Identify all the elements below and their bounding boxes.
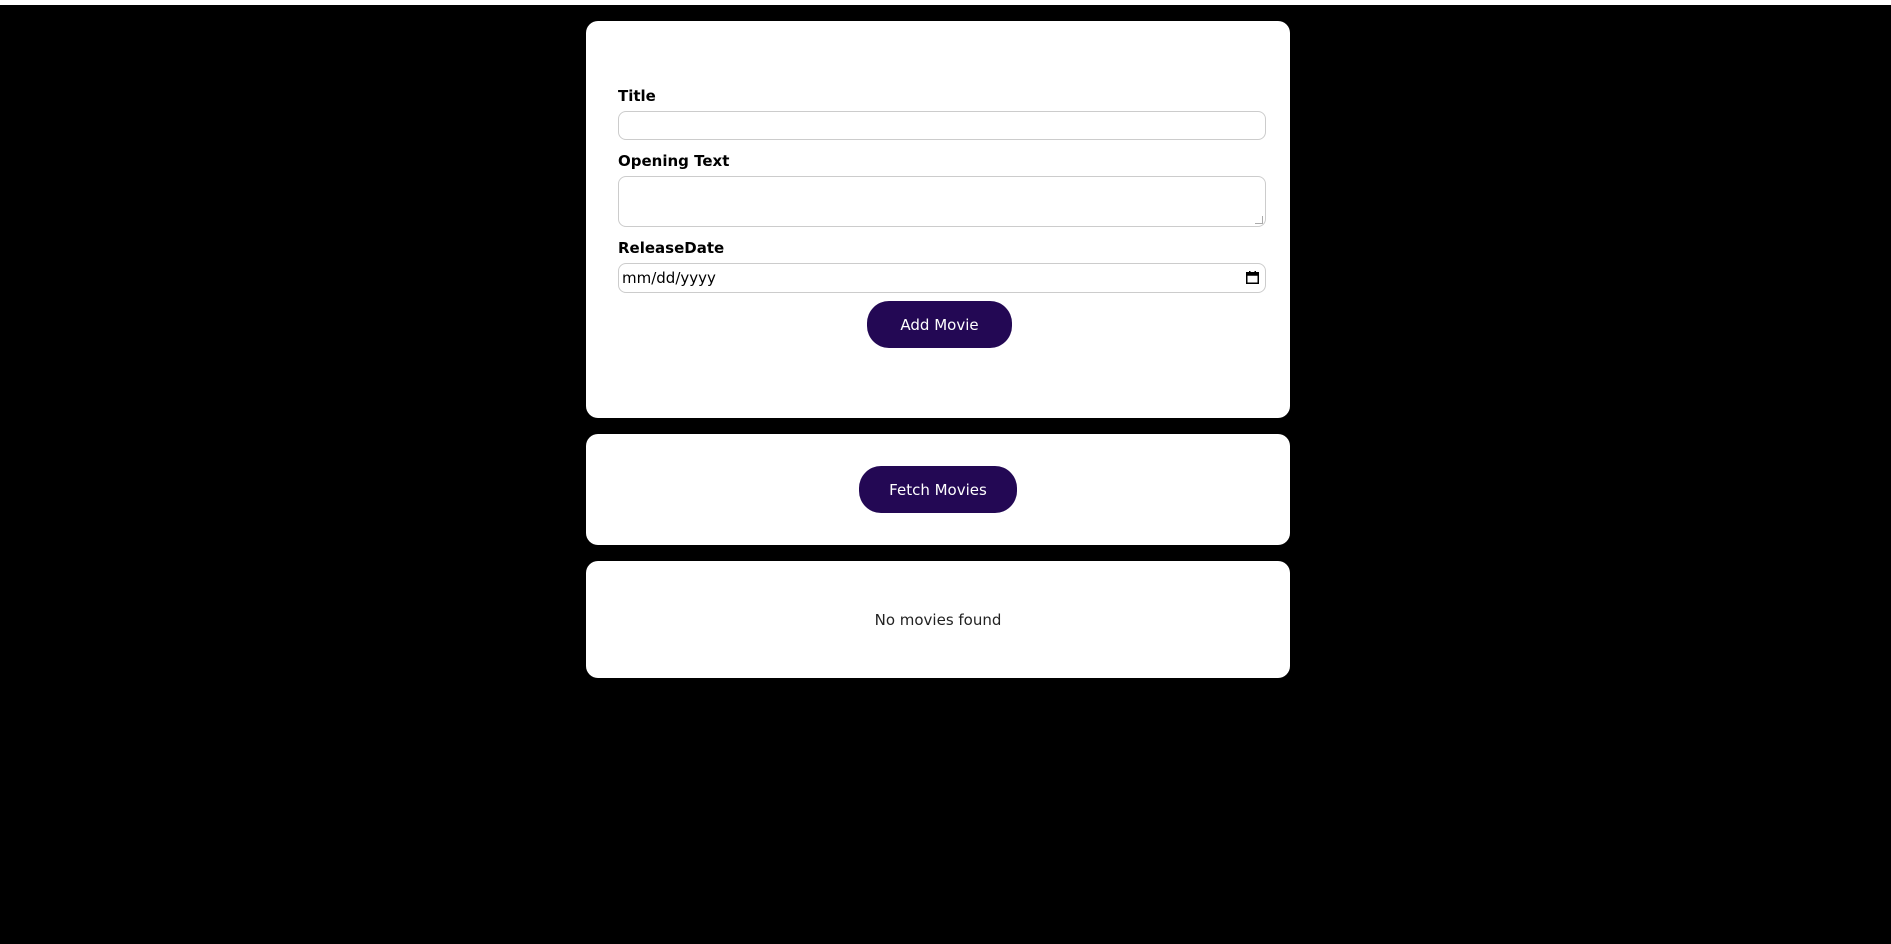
top-bar xyxy=(0,0,1891,5)
opening-text-label: Opening Text xyxy=(618,152,730,170)
release-date-placeholder: mm/dd/yyyy xyxy=(622,269,716,287)
release-date-label: ReleaseDate xyxy=(618,239,725,257)
release-date-input[interactable]: mm/dd/yyyy xyxy=(618,263,1266,293)
empty-state-message: No movies found xyxy=(874,610,1002,629)
title-input[interactable] xyxy=(618,111,1266,140)
opening-text-textarea[interactable] xyxy=(618,176,1266,227)
add-movie-button[interactable]: Add Movie xyxy=(867,301,1012,348)
calendar-icon[interactable] xyxy=(1246,271,1259,284)
title-label: Title xyxy=(618,87,656,105)
resize-handle-icon[interactable] xyxy=(1255,216,1263,224)
fetch-movies-button[interactable]: Fetch Movies xyxy=(859,466,1017,513)
add-movie-form-card: Title Opening Text ReleaseDate mm/dd/yyy… xyxy=(586,21,1290,418)
fetch-movies-card: Fetch Movies xyxy=(586,434,1290,545)
movies-result-card: No movies found xyxy=(586,561,1290,678)
